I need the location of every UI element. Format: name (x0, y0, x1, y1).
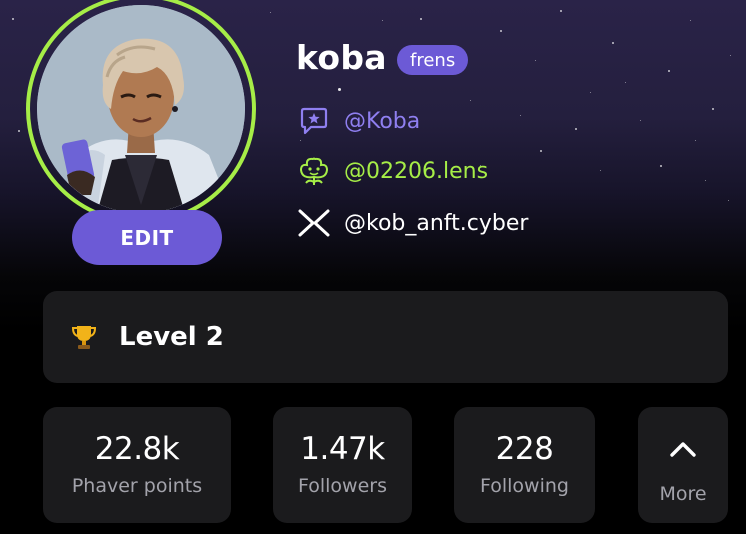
edit-profile-button[interactable]: EDIT (72, 210, 222, 265)
lens-handle-row[interactable]: @02206.lens (296, 153, 488, 189)
lens-icon (296, 153, 332, 189)
stat-label: Phaver points (71, 475, 203, 497)
frens-badge-label: frens (410, 49, 456, 71)
chevron-up-icon (665, 437, 701, 461)
avatar[interactable] (37, 5, 245, 213)
stat-value: 228 (495, 431, 554, 467)
cyber-handle: @kob_anft.cyber (344, 210, 529, 236)
stat-label: Followers (298, 475, 387, 497)
trophy-icon (69, 322, 99, 352)
level-label: Level 2 (119, 322, 224, 352)
username: koba (296, 38, 387, 77)
avatar-ring (26, 0, 256, 224)
following-stat[interactable]: 228 Following (454, 407, 595, 523)
level-card[interactable]: Level 2 (43, 291, 728, 383)
stat-label: Following (480, 475, 569, 497)
followers-stat[interactable]: 1.47k Followers (273, 407, 412, 523)
more-button[interactable]: More (638, 407, 728, 523)
cyberconnect-icon (296, 205, 332, 241)
more-label: More (659, 483, 707, 505)
phaver-handle: @Koba (344, 108, 421, 134)
stat-value: 22.8k (94, 431, 180, 467)
lens-handle: @02206.lens (344, 158, 489, 184)
phaver-points-stat[interactable]: 22.8k Phaver points (43, 407, 231, 523)
frens-badge[interactable]: frens (397, 45, 469, 75)
avatar-illustration (37, 5, 245, 213)
phaver-handle-row[interactable]: @Koba (296, 103, 420, 139)
stat-value: 1.47k (300, 431, 385, 467)
chat-star-icon (296, 103, 332, 139)
cyber-handle-row[interactable]: @kob_anft.cyber (296, 205, 528, 241)
edit-button-label: EDIT (120, 225, 174, 250)
